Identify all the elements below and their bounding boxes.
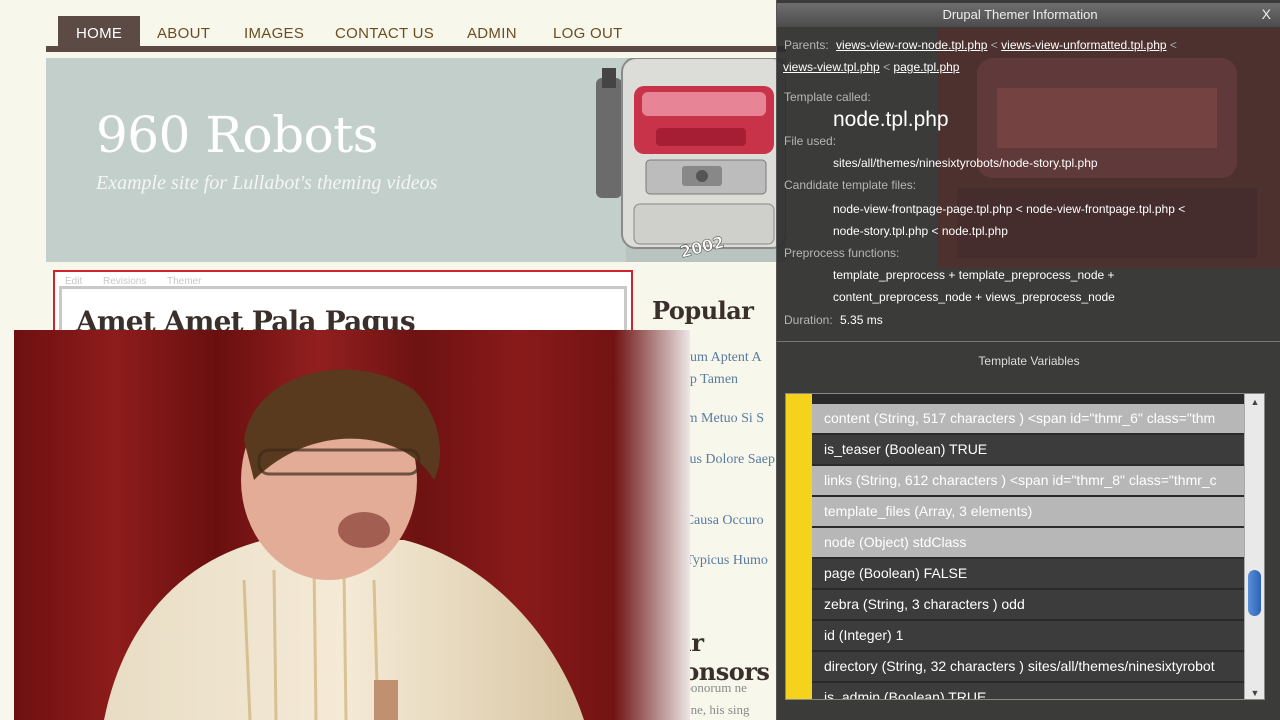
variable-row[interactable]: content (String, 517 characters ) <span … [812,404,1244,433]
duration-value: 5.35 ms [840,313,883,327]
presenter-video [14,330,690,720]
template-called-label: Template called: [784,90,871,104]
preprocess-line: template_preprocess + template_preproces… [833,268,1115,282]
variable-row[interactable]: is_admin (Boolean) TRUE [812,683,1244,699]
primary-nav: HOME ABOUT IMAGES CONTACT US ADMIN LOG O… [46,16,786,52]
nav-home[interactable]: HOME [58,16,141,52]
candidates-label: Candidate template files: [784,178,917,192]
parent-template-link[interactable]: page.tpl.php [893,60,959,74]
candidates-line: node-view-frontpage-page.tpl.php < node-… [833,202,1186,216]
themer-title: Drupal Themer Information [942,7,1098,22]
site-title[interactable]: 960 Robots [96,106,378,164]
scroll-up-icon[interactable]: ▲ [1245,394,1264,410]
parents-label: Parents: [784,38,829,52]
nav-about[interactable]: ABOUT [157,16,210,52]
presenter-image [14,330,690,720]
variable-row[interactable]: node (Object) stdClass [812,528,1244,557]
robot-illustration: 2002 [596,58,786,262]
themer-panel: Drupal Themer Information X Parents: vie… [776,0,1280,720]
popular-block-title: Popular [652,296,754,325]
parent-template-link[interactable]: views-view-row-node.tpl.php [836,38,987,52]
template-variables-list[interactable]: content (String, 517 characters ) <span … [785,393,1265,700]
themer-titlebar[interactable]: Drupal Themer Information X [777,3,1280,27]
variable-row[interactable]: page (Boolean) FALSE [812,559,1244,588]
preprocess-line: content_preprocess_node + views_preproce… [833,290,1115,304]
selection-indicator [786,394,812,699]
variable-row[interactable]: id (Integer) 1 [812,621,1244,650]
variables-scrollbar[interactable]: ▲ ▼ [1244,394,1264,699]
nav-images[interactable]: IMAGES [244,16,304,52]
duration-label: Duration: [784,313,833,327]
scroll-thumb[interactable] [1248,570,1261,616]
file-used-value: sites/all/themes/ninesixtyrobots/node-st… [833,156,1098,170]
nav-contact-us[interactable]: CONTACT US [335,16,434,52]
divider [777,341,1280,342]
site-slogan: Example site for Lullabot's theming vide… [96,172,438,194]
variable-row[interactable]: directory (String, 32 characters ) sites… [812,652,1244,681]
file-used-label: File used: [784,134,837,148]
parent-template-link[interactable]: views-view-unformatted.tpl.php [1001,38,1166,52]
variable-row[interactable]: template_files (Array, 3 elements) [812,497,1244,526]
site-header: 960 Robots Example site for Lullabot's t… [46,58,786,262]
separator: < [883,60,891,74]
separator: < [990,38,998,52]
nav-log-out[interactable]: LOG OUT [553,16,623,52]
parents-row-2: views-view.tpl.php < page.tpl.php [783,60,959,74]
scroll-down-icon[interactable]: ▼ [1245,685,1264,699]
nav-admin[interactable]: ADMIN [467,16,517,52]
preprocess-label: Preprocess functions: [784,246,900,260]
variable-row[interactable]: links (String, 612 characters ) <span id… [812,466,1244,495]
close-icon[interactable]: X [1262,6,1271,22]
duration-row: Duration: 5.35 ms [784,313,883,327]
variable-row[interactable]: is_teaser (Boolean) TRUE [812,435,1244,464]
template-called-value: node.tpl.php [833,108,949,131]
separator: < [1169,38,1177,52]
parent-template-link[interactable]: views-view.tpl.php [783,60,880,74]
candidates-line: node-story.tpl.php < node.tpl.php [833,224,1008,238]
variable-row[interactable]: zebra (String, 3 characters ) odd [812,590,1244,619]
template-variables-header[interactable]: Template Variables [777,354,1280,368]
parents-row: Parents: views-view-row-node.tpl.php < v… [784,38,1177,52]
